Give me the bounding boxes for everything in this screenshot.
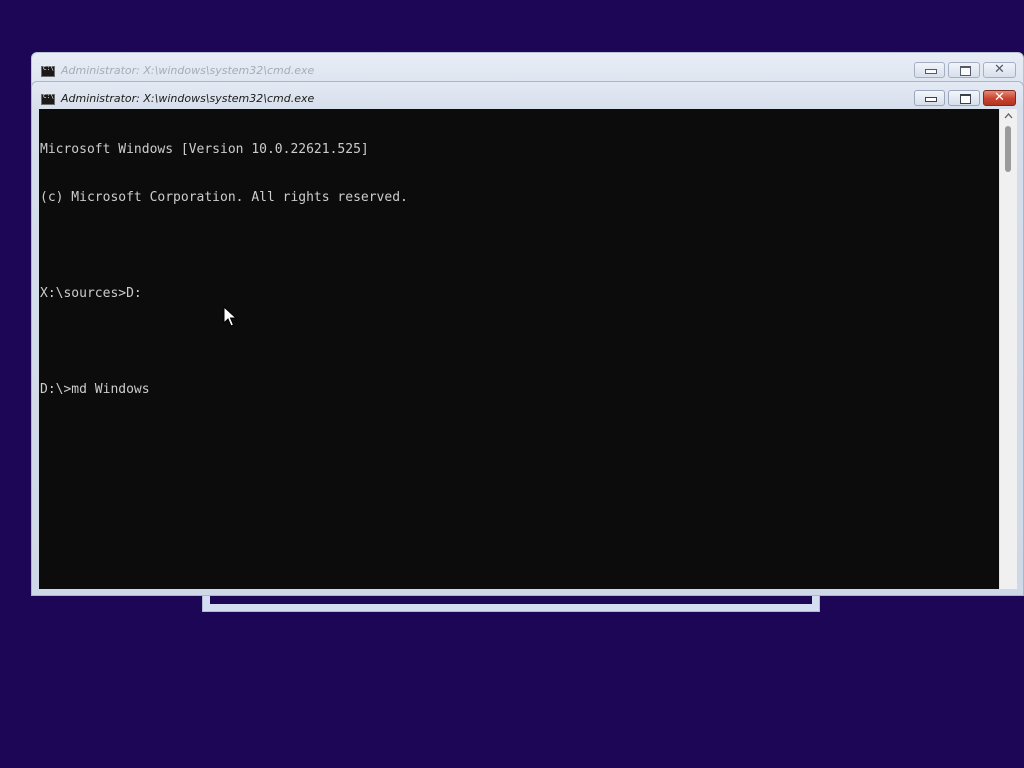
console-text: Microsoft Windows [Version 10.0.22621.52… [40, 110, 408, 430]
close-button[interactable]: ✕ [983, 90, 1016, 106]
minimize-button[interactable] [914, 90, 945, 106]
console-line: Microsoft Windows [Version 10.0.22621.52… [40, 142, 369, 157]
vertical-scrollbar[interactable] [999, 109, 1017, 589]
cmd-window[interactable]: Administrator: X:\windows\system32\cmd.e… [31, 81, 1024, 596]
scrollbar-thumb[interactable] [1005, 126, 1011, 172]
background-close-button[interactable]: ✕ [983, 62, 1016, 78]
setup-window-interior [210, 595, 812, 604]
maximize-button[interactable] [948, 90, 980, 106]
scroll-up-arrow-icon[interactable] [1000, 109, 1017, 123]
background-minimize-button[interactable] [914, 62, 945, 78]
console-output[interactable]: Microsoft Windows [Version 10.0.22621.52… [39, 109, 999, 589]
setup-window-frame [202, 594, 820, 612]
console-line: X:\sources>D: [40, 286, 142, 301]
close-icon: ✕ [994, 90, 1005, 105]
background-window-titlebar[interactable]: Administrator: X:\windows\system32\cmd.e… [32, 53, 1023, 79]
background-window-title: Administrator: X:\windows\system32\cmd.e… [61, 64, 315, 77]
cmd-icon [41, 65, 55, 77]
minimize-icon [925, 97, 937, 102]
window-title: Administrator: X:\windows\system32\cmd.e… [61, 92, 315, 105]
cmd-icon [41, 93, 55, 105]
console-line: (c) Microsoft Corporation. All rights re… [40, 190, 408, 205]
mouse-pointer-icon [223, 306, 237, 327]
minimize-icon [925, 69, 937, 74]
maximize-icon [960, 94, 971, 104]
desktop-background: Administrator: X:\windows\system32\cmd.e… [0, 0, 1024, 768]
cmd-window-titlebar[interactable]: Administrator: X:\windows\system32\cmd.e… [32, 82, 1023, 108]
maximize-icon [960, 66, 971, 76]
close-icon: ✕ [994, 62, 1005, 77]
console-prompt-line: D:\>md Windows [40, 382, 150, 397]
background-maximize-button[interactable] [948, 62, 980, 78]
